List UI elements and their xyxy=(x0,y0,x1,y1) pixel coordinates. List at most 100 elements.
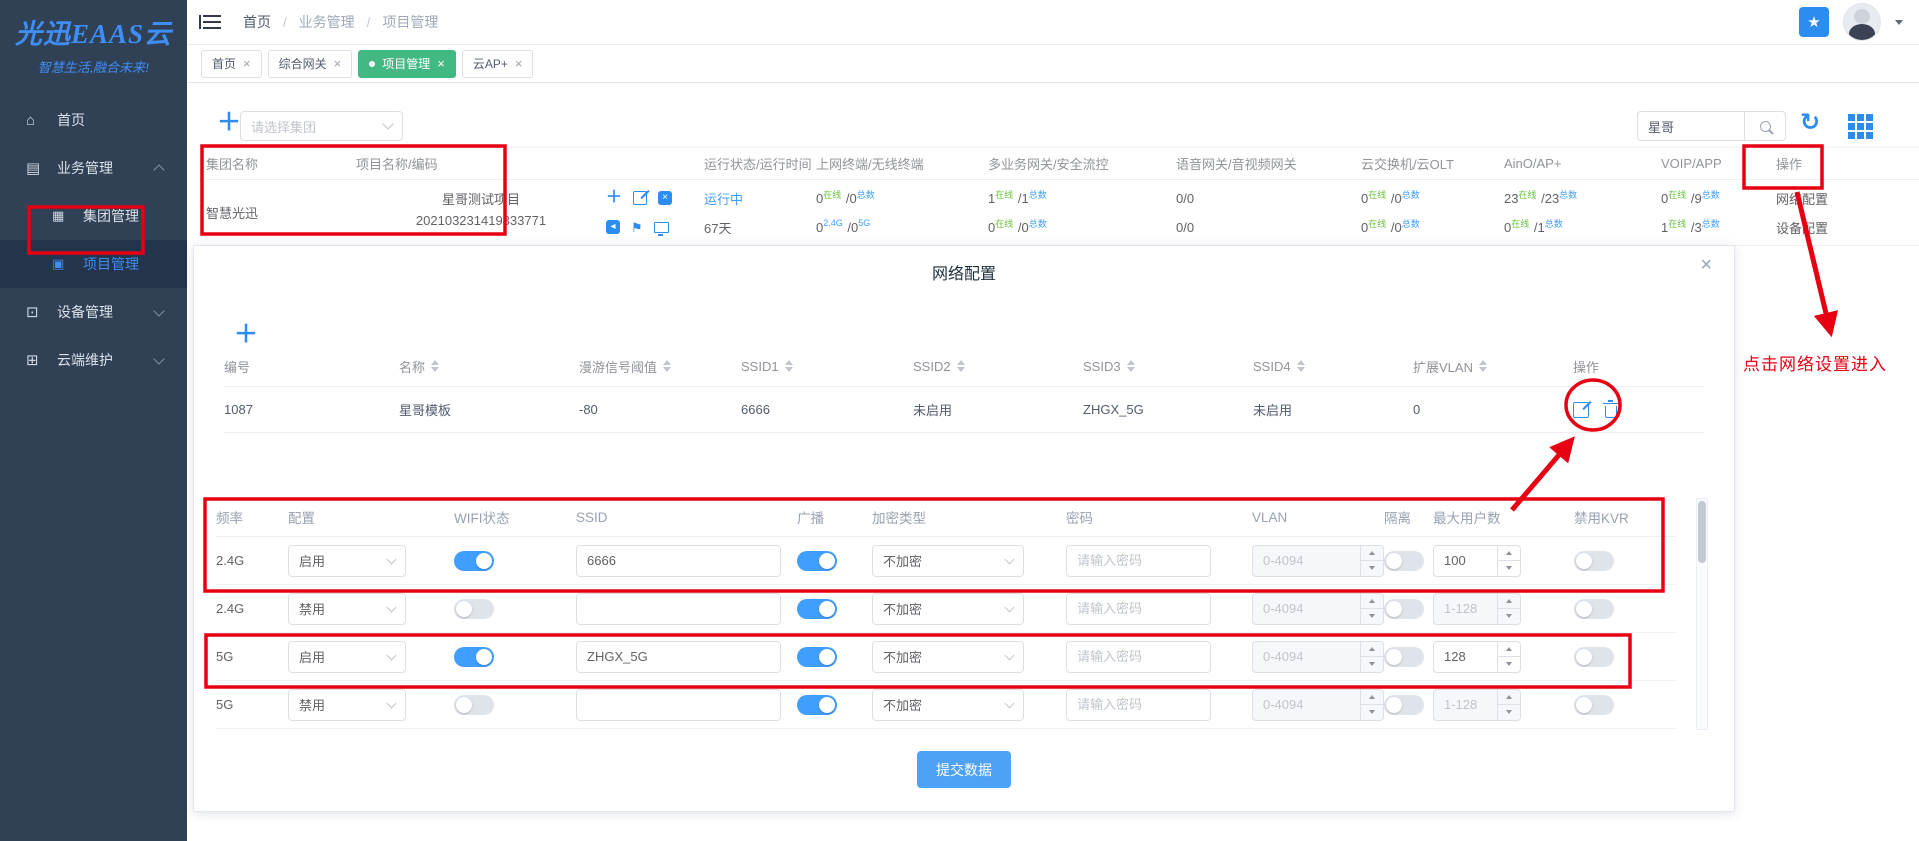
stepper-up-icon[interactable] xyxy=(1361,642,1383,658)
monitor-icon[interactable] xyxy=(654,222,669,233)
stepper-up-icon[interactable] xyxy=(1498,690,1520,706)
tab-cloud-ap[interactable]: 云AP+ × xyxy=(462,50,534,78)
trash-icon[interactable] xyxy=(1605,406,1617,418)
config-select[interactable]: 禁用 xyxy=(288,593,406,625)
delete-icon[interactable]: × xyxy=(658,191,672,205)
max-users-input[interactable]: 100 xyxy=(1433,545,1521,577)
sidebar-item-cloud-maintenance[interactable]: ⊞ 云端维护 xyxy=(0,336,187,384)
add-template-button[interactable]: ＋ xyxy=(234,314,258,349)
stepper-down-icon[interactable] xyxy=(1361,657,1383,672)
stepper-down-icon[interactable] xyxy=(1498,657,1520,672)
vlan-input[interactable]: 0-4094 xyxy=(1252,593,1384,625)
ssid-input[interactable] xyxy=(576,689,781,721)
sidebar-item-device-mgmt[interactable]: ⊡ 设备管理 xyxy=(0,288,187,336)
form-scrollbar[interactable] xyxy=(1696,498,1708,730)
collapse-menu-icon[interactable] xyxy=(203,15,221,29)
password-input[interactable] xyxy=(1066,593,1211,625)
encryption-select[interactable]: 不加密 xyxy=(872,689,1024,721)
number-stepper[interactable] xyxy=(1360,546,1383,576)
password-input[interactable] xyxy=(1066,689,1211,721)
refresh-icon[interactable]: ↻ xyxy=(1800,108,1820,137)
flag-icon[interactable]: ⚑ xyxy=(631,221,643,234)
vlan-input[interactable]: 0-4094 xyxy=(1252,641,1384,673)
sort-carets-icon[interactable] xyxy=(785,360,793,372)
vlan-input[interactable]: 0-4094 xyxy=(1252,689,1384,721)
ssid-input[interactable] xyxy=(576,593,781,625)
stepper-up-icon[interactable] xyxy=(1498,546,1520,562)
isolation-toggle[interactable] xyxy=(1384,599,1424,619)
submit-button[interactable]: 提交数据 xyxy=(917,751,1011,788)
vlan-input[interactable]: 0-4094 xyxy=(1252,545,1384,577)
close-icon[interactable]: × xyxy=(1700,254,1712,277)
password-input[interactable] xyxy=(1066,545,1211,577)
kvr-toggle[interactable] xyxy=(1574,599,1614,619)
password-input[interactable] xyxy=(1066,641,1211,673)
stepper-down-icon[interactable] xyxy=(1498,561,1520,576)
isolation-toggle[interactable] xyxy=(1384,551,1424,571)
stepper-down-icon[interactable] xyxy=(1361,705,1383,720)
edit-template-icon[interactable] xyxy=(1573,402,1589,418)
isolation-toggle[interactable] xyxy=(1384,647,1424,667)
broadcast-toggle[interactable] xyxy=(797,647,837,667)
stepper-up-icon[interactable] xyxy=(1361,690,1383,706)
network-config-action[interactable]: 网络配置 xyxy=(1776,187,1919,209)
scrollbar-thumb[interactable] xyxy=(1698,501,1706,563)
share-icon[interactable]: ◂ xyxy=(606,220,620,234)
add-icon[interactable]: ＋ xyxy=(606,190,622,206)
sort-carets-icon[interactable] xyxy=(431,360,439,372)
ssid-input[interactable] xyxy=(576,545,781,577)
sidebar-item-home[interactable]: ⌂ 首页 xyxy=(0,96,187,144)
config-select[interactable]: 启用 xyxy=(288,641,406,673)
number-stepper[interactable] xyxy=(1497,546,1520,576)
wifi-status-toggle[interactable] xyxy=(454,647,494,667)
broadcast-toggle[interactable] xyxy=(797,551,837,571)
encryption-select[interactable]: 不加密 xyxy=(872,641,1024,673)
breadcrumb-business[interactable]: 业务管理 xyxy=(299,14,355,30)
wifi-status-toggle[interactable] xyxy=(454,551,494,571)
tab-gateway[interactable]: 综合网关 × xyxy=(268,50,353,78)
sort-carets-icon[interactable] xyxy=(1127,360,1135,372)
config-select[interactable]: 启用 xyxy=(288,545,406,577)
ssid-input[interactable] xyxy=(576,641,781,673)
number-stepper[interactable] xyxy=(1497,642,1520,672)
kvr-toggle[interactable] xyxy=(1574,551,1614,571)
broadcast-toggle[interactable] xyxy=(797,695,837,715)
tab-project-mgmt[interactable]: 项目管理 × xyxy=(358,50,456,78)
max-users-input[interactable]: 1-128 xyxy=(1433,593,1521,625)
number-stepper[interactable] xyxy=(1497,690,1520,720)
sidebar-item-business[interactable]: ▤ 业务管理 xyxy=(0,144,187,192)
search-button[interactable] xyxy=(1744,111,1786,141)
kvr-toggle[interactable] xyxy=(1574,647,1614,667)
device-config-action[interactable]: 设备配置 xyxy=(1776,216,1919,238)
sort-carets-icon[interactable] xyxy=(1297,360,1305,372)
close-tab-icon[interactable]: × xyxy=(243,57,251,70)
user-avatar[interactable] xyxy=(1843,3,1881,41)
close-tab-icon[interactable]: × xyxy=(515,57,523,70)
stepper-down-icon[interactable] xyxy=(1361,561,1383,576)
user-menu-caret-icon[interactable] xyxy=(1895,20,1903,25)
close-tab-icon[interactable]: × xyxy=(334,57,342,70)
max-users-input[interactable]: 128 xyxy=(1433,641,1521,673)
config-select[interactable]: 禁用 xyxy=(288,689,406,721)
tab-home[interactable]: 首页 × xyxy=(201,50,262,78)
search-input[interactable] xyxy=(1637,111,1744,141)
isolation-toggle[interactable] xyxy=(1384,695,1424,715)
sort-carets-icon[interactable] xyxy=(1479,360,1487,372)
number-stepper[interactable] xyxy=(1360,594,1383,624)
sidebar-item-group-mgmt[interactable]: ▦ 集团管理 xyxy=(0,192,187,240)
broadcast-toggle[interactable] xyxy=(797,599,837,619)
close-tab-icon[interactable]: × xyxy=(437,57,445,70)
kvr-toggle[interactable] xyxy=(1574,695,1614,715)
edit-icon[interactable] xyxy=(633,191,647,205)
stepper-down-icon[interactable] xyxy=(1498,705,1520,720)
group-select[interactable]: 请选择集团 xyxy=(240,111,403,141)
encryption-select[interactable]: 不加密 xyxy=(872,593,1024,625)
grid-view-icon[interactable] xyxy=(1848,114,1873,139)
wifi-status-toggle[interactable] xyxy=(454,695,494,715)
stepper-down-icon[interactable] xyxy=(1498,609,1520,624)
number-stepper[interactable] xyxy=(1360,690,1383,720)
stepper-up-icon[interactable] xyxy=(1498,594,1520,610)
sort-carets-icon[interactable] xyxy=(957,360,965,372)
stepper-up-icon[interactable] xyxy=(1361,594,1383,610)
sort-carets-icon[interactable] xyxy=(663,360,671,372)
